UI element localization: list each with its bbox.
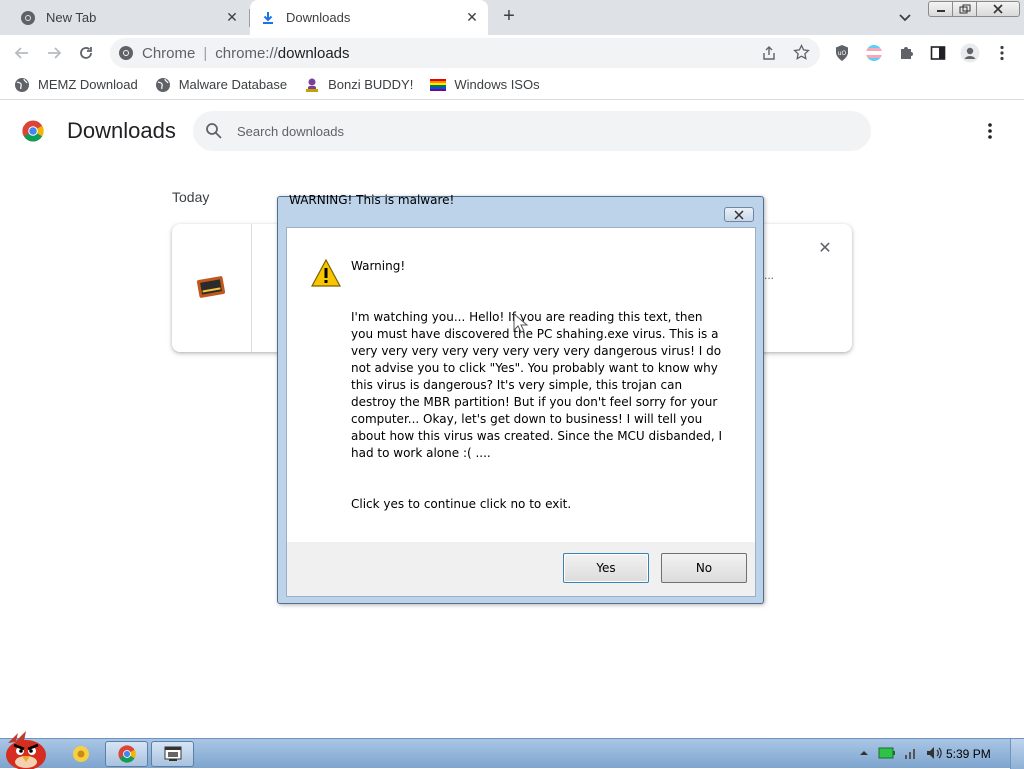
restore-icon xyxy=(959,4,970,14)
sunflower-icon xyxy=(73,746,89,762)
dialog-body: Warning! I'm watching you... Hello! If y… xyxy=(351,258,731,513)
side-panel-icon xyxy=(930,46,946,60)
search-box xyxy=(193,111,871,151)
no-button[interactable]: No xyxy=(661,553,747,583)
shield-icon: uO xyxy=(836,45,848,61)
search-input[interactable] xyxy=(237,121,837,141)
search-icon xyxy=(206,123,222,139)
svg-text:uO: uO xyxy=(838,50,847,57)
browser-menu-button[interactable] xyxy=(992,43,1012,63)
trans-flag-icon xyxy=(866,45,882,61)
taskbar-clock[interactable]: 5:39 PM xyxy=(946,747,991,761)
bookmark-windows-isos[interactable]: Windows ISOs xyxy=(430,77,540,93)
tab-label: New Tab xyxy=(46,10,97,25)
tab-new-tab[interactable]: New Tab ✕ xyxy=(8,0,248,35)
page-title: Downloads xyxy=(67,118,176,143)
bookmark-label: Malware Database xyxy=(178,77,288,92)
dialog-close-button[interactable] xyxy=(724,207,754,222)
battery-icon[interactable] xyxy=(878,746,896,760)
bookmarks-bar: MEMZ Download Malware Database Bonzi BUD… xyxy=(0,70,1024,100)
restore-button[interactable] xyxy=(953,2,977,16)
bookmark-bonzi-buddy[interactable]: Bonzi BUDDY! xyxy=(304,77,413,93)
system-tray xyxy=(858,746,944,760)
volume-icon[interactable] xyxy=(926,746,944,760)
chrome-logo-icon xyxy=(117,745,136,763)
bookmark-label: MEMZ Download xyxy=(38,77,138,92)
tab-close-icon[interactable]: ✕ xyxy=(464,9,480,25)
bookmark-malware-database[interactable]: Malware Database xyxy=(155,77,287,93)
warning-dialog: WARNING! This is malware! Warning! I'm w… xyxy=(277,193,764,604)
close-icon xyxy=(734,209,744,220)
remove-download-close-icon[interactable]: ✕ xyxy=(817,241,833,257)
bonzi-icon xyxy=(306,78,319,92)
extensions-button[interactable] xyxy=(896,43,916,63)
angry-bird-start-icon[interactable] xyxy=(2,729,50,769)
url-host: downloads xyxy=(277,44,350,62)
show-hidden-icons-icon[interactable] xyxy=(858,747,870,759)
flag-extension-icon[interactable] xyxy=(864,43,884,63)
avatar-icon xyxy=(960,43,980,63)
dialog-button-bar: Yes No xyxy=(287,542,755,596)
dialog-message: I'm watching you... Hello! If you are re… xyxy=(351,310,723,460)
url-scheme: chrome:// xyxy=(215,44,278,62)
tab-downloads[interactable]: Downloads ✕ xyxy=(250,0,488,35)
close-window-button[interactable] xyxy=(977,2,1019,16)
taskbar-app-explorer[interactable] xyxy=(66,741,96,767)
globe-icon xyxy=(15,77,29,92)
mouse-cursor-icon xyxy=(513,312,529,333)
ublock-extension-icon[interactable]: uO xyxy=(832,43,852,63)
network-icon[interactable] xyxy=(904,746,918,760)
taskbar-app-dialog[interactable] xyxy=(151,741,194,767)
dialog-title: WARNING! This is malware! xyxy=(289,193,455,207)
yes-button[interactable]: Yes xyxy=(563,553,649,583)
chrome-icon xyxy=(119,46,133,60)
more-vert-icon xyxy=(1000,45,1004,61)
dialog-prompt: Click yes to continue click no to exit. xyxy=(351,497,572,511)
globe-icon xyxy=(155,77,170,92)
new-tab-button[interactable]: + xyxy=(497,5,521,29)
download-icon-column xyxy=(172,224,252,352)
forward-arrow-icon xyxy=(48,47,62,59)
profile-button[interactable] xyxy=(960,43,980,63)
section-header-today: Today xyxy=(172,189,210,205)
bookmark-label: Bonzi BUDDY! xyxy=(328,77,414,92)
taskbar: 5:39 PM xyxy=(0,731,1024,769)
tab-strip: New Tab ✕ Downloads ✕ + xyxy=(0,0,1024,35)
download-status-text: ... xyxy=(764,268,775,282)
dialog-content: Warning! I'm watching you... Hello! If y… xyxy=(286,227,756,597)
dialog-heading: Warning! xyxy=(351,259,406,273)
side-panel-button[interactable] xyxy=(928,43,948,63)
warning-triangle-icon xyxy=(310,258,342,287)
omnibox-separator: | xyxy=(203,44,208,62)
browser-toolbar: Chrome | chrome://downloads uO xyxy=(0,35,1024,70)
omnibox-prefix: Chrome xyxy=(142,44,196,62)
address-bar[interactable]: Chrome | chrome://downloads xyxy=(110,38,820,68)
bookmark-memz-download[interactable]: MEMZ Download xyxy=(14,77,138,93)
share-icon[interactable] xyxy=(761,45,777,61)
bookmark-star-icon[interactable] xyxy=(793,44,810,61)
bookmark-label: Windows ISOs xyxy=(454,77,540,92)
reload-button[interactable] xyxy=(74,41,98,65)
reload-icon xyxy=(80,47,92,59)
show-desktop-button[interactable] xyxy=(1010,739,1024,769)
chrome-logo-icon xyxy=(22,120,44,142)
puzzle-icon xyxy=(901,47,913,59)
close-icon xyxy=(993,4,1003,14)
window-controls xyxy=(928,1,1020,17)
rainbow-flag-icon xyxy=(430,78,447,91)
chrome-icon xyxy=(21,10,35,25)
application-window-icon xyxy=(164,746,181,761)
executable-file-icon xyxy=(196,276,226,298)
tab-close-icon[interactable]: ✕ xyxy=(224,9,240,25)
taskbar-app-chrome[interactable] xyxy=(105,741,148,767)
tab-label: Downloads xyxy=(286,10,351,25)
back-button[interactable] xyxy=(10,41,34,65)
minimize-button[interactable] xyxy=(929,2,953,16)
download-icon xyxy=(263,11,273,24)
minimize-icon xyxy=(936,10,945,12)
back-arrow-icon xyxy=(14,47,28,59)
more-vert-icon[interactable] xyxy=(980,121,1000,141)
tab-search-chevron-icon[interactable] xyxy=(896,8,914,26)
forward-button[interactable] xyxy=(42,41,66,65)
